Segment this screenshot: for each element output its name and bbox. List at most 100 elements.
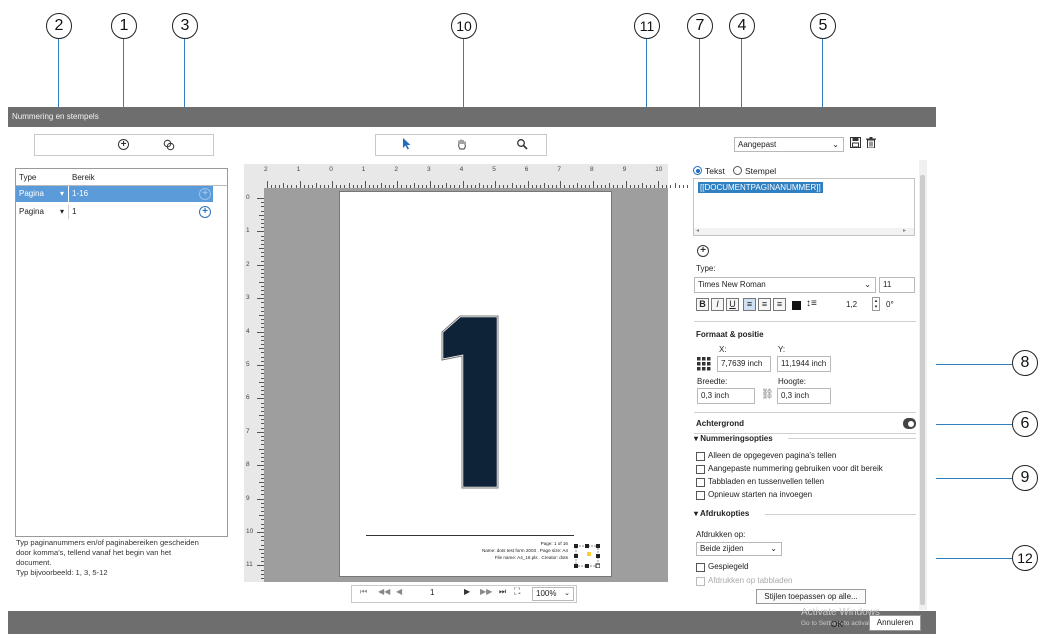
bold-button[interactable]: B: [696, 298, 709, 311]
mirrored-checkbox[interactable]: [696, 563, 705, 572]
vertical-ruler: 0 1 2 3 4 5 6 7 8 9 10 11: [244, 188, 264, 582]
hand-tool-icon[interactable]: [456, 138, 468, 151]
fit-page-icon[interactable]: ⛶: [514, 586, 520, 597]
save-icon[interactable]: [850, 137, 861, 148]
italic-button[interactable]: I: [711, 298, 724, 311]
ruler-v-label: 5: [246, 361, 250, 368]
row-divider: [68, 205, 69, 219]
rotation-value[interactable]: 0°: [886, 300, 894, 309]
zoom-tool-icon[interactable]: [516, 138, 528, 151]
ruler-h-label: 6: [524, 166, 529, 173]
ruler-tick: [257, 398, 264, 400]
link-dimensions-icon[interactable]: ⛓: [761, 389, 774, 400]
underline-button[interactable]: U: [726, 298, 739, 311]
text-color-swatch[interactable]: [792, 301, 801, 310]
textarea-hscrollbar[interactable]: [694, 228, 914, 235]
y-label: Y:: [778, 345, 786, 354]
ruler-v-label: 3: [246, 294, 250, 302]
next-section-icon[interactable]: ▶▶: [480, 587, 492, 596]
stamp-selection-handles[interactable]: [574, 544, 600, 568]
ruler-tick: [257, 298, 264, 300]
ruler-tick: [257, 431, 264, 433]
pointer-tool-icon[interactable]: [401, 138, 413, 151]
align-center-button[interactable]: ≡: [758, 298, 771, 311]
ruler-tick: [257, 565, 264, 567]
duplicate-icon[interactable]: [163, 139, 175, 151]
stamp-radio[interactable]: [733, 166, 742, 175]
font-type-label: Type:: [696, 264, 716, 273]
row-type-dropdown-icon[interactable]: ▾: [60, 204, 64, 220]
print-options-heading[interactable]: ▾ Afdrukopties: [694, 509, 749, 518]
help-line: document.: [16, 558, 52, 567]
preset-select[interactable]: Aangepast ⌄: [734, 137, 844, 152]
print-options-title: Afdrukopties: [699, 509, 750, 518]
ok-button[interactable]: OK: [825, 617, 849, 631]
restart-after-insert-checkbox[interactable]: [696, 491, 705, 500]
stamp-line: Name: dots test form 2003 . Page size: A…: [481, 548, 568, 553]
prev-page-icon[interactable]: ◀: [396, 587, 402, 596]
custom-numbering-checkbox[interactable]: [696, 465, 705, 474]
ruler-tick: [257, 498, 264, 500]
width-field[interactable]: 0,3 inch: [697, 388, 755, 404]
apply-styles-all-button[interactable]: Stijlen toepassen op alle...: [756, 589, 866, 604]
scroll-right-icon[interactable]: ▸: [903, 227, 906, 234]
divider: [765, 514, 916, 515]
align-right-button[interactable]: ≡: [773, 298, 786, 311]
count-tabs-checkbox[interactable]: [696, 478, 705, 487]
x-field[interactable]: 7,7639 inch: [717, 356, 771, 372]
count-specified-pages-checkbox[interactable]: [696, 452, 705, 461]
page-number-field[interactable]: 1: [430, 588, 434, 597]
add-range-icon[interactable]: +: [118, 139, 129, 150]
row-type-dropdown-icon[interactable]: ▾: [60, 186, 64, 202]
panel-scrollbar-thumb[interactable]: [920, 175, 925, 605]
background-toggle[interactable]: [903, 418, 916, 429]
callout-3: 3: [172, 13, 198, 39]
title-bar: Nummering en stempels: [8, 107, 936, 127]
anchor-grid-icon[interactable]: [697, 357, 711, 371]
ruler-tick: [593, 181, 594, 188]
font-size-field[interactable]: 11: [879, 277, 915, 293]
ruler-h-label: 9: [622, 166, 627, 173]
zoom-value: 100%: [536, 589, 557, 598]
table-row[interactable]: [16, 186, 213, 202]
ruler-tick: [257, 264, 264, 266]
numbering-options-heading[interactable]: ▾ Nummeringsopties: [694, 434, 773, 443]
page-number-graphic: [440, 314, 500, 490]
print-on-label: Afdrukken op:: [696, 530, 746, 539]
print-on-select[interactable]: Beide zijden ⌄: [696, 542, 782, 556]
align-left-button[interactable]: ≡: [743, 298, 756, 311]
trash-icon[interactable]: [866, 137, 877, 149]
print-on-tabs-label: Afdrukken op tabbladen: [708, 576, 793, 585]
ruler-h-label: 2: [264, 166, 268, 173]
chevron-down-icon: ⌄: [832, 140, 839, 149]
y-field[interactable]: 11,1944 inch: [777, 356, 831, 372]
callout-7: 7: [687, 13, 713, 39]
callout-11: 11: [634, 13, 660, 39]
insert-variable-icon[interactable]: +: [697, 245, 709, 257]
ruler-tick: [625, 181, 627, 188]
spin-stepper-icon[interactable]: ▴ ▾: [872, 297, 880, 311]
next-page-icon[interactable]: ▶: [464, 587, 470, 596]
font-select[interactable]: Times New Roman ⌄: [694, 277, 876, 293]
ruler-v-label: 11: [246, 561, 253, 569]
text-radio[interactable]: [693, 166, 702, 175]
height-field[interactable]: 0,3 inch: [777, 388, 831, 404]
print-on-tabs-checkbox[interactable]: [696, 577, 705, 586]
row-divider: [68, 186, 69, 202]
width-label: Breedte:: [697, 377, 728, 386]
cancel-button[interactable]: Annuleren: [869, 615, 921, 631]
width-value: 0,3 inch: [701, 391, 730, 400]
row-add-icon[interactable]: +: [199, 206, 211, 218]
ruler-h-label: 8: [590, 166, 594, 173]
last-page-icon[interactable]: ⏭: [499, 587, 506, 597]
first-page-icon[interactable]: ⏮: [360, 587, 367, 597]
line-spacing-value[interactable]: 1,2: [846, 300, 857, 309]
ruler-h-label: 0: [329, 166, 333, 173]
ruler-h-label: 10: [655, 166, 663, 173]
zoom-select[interactable]: 100% ⌄: [532, 587, 574, 601]
ruler-h-label: 1: [296, 166, 301, 173]
row-add-icon[interactable]: +: [199, 188, 211, 200]
preset-value: Aangepast: [738, 140, 777, 149]
prev-section-icon[interactable]: ◀◀: [378, 587, 390, 596]
scroll-left-icon[interactable]: ◂: [696, 227, 699, 234]
